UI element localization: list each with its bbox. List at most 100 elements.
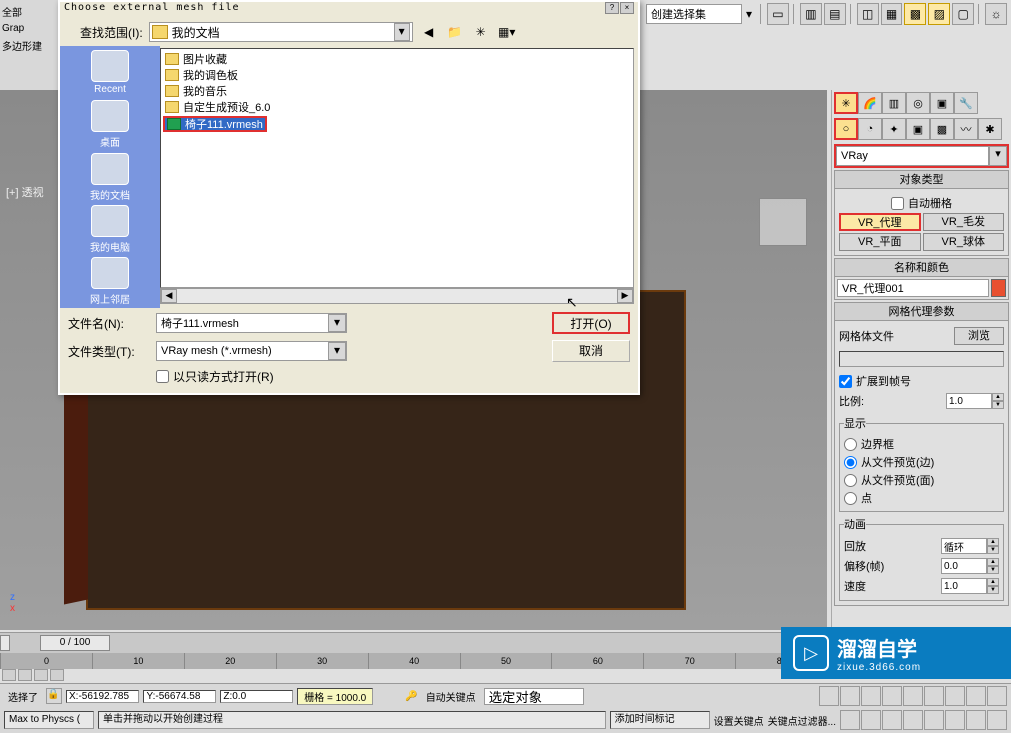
display-preview-faces-radio[interactable]	[844, 474, 857, 487]
helpers-tab[interactable]: ▩	[930, 118, 954, 140]
spinner-up[interactable]: ▲	[992, 393, 1004, 401]
filename-input[interactable]	[157, 314, 328, 332]
render-button[interactable]: ☼	[985, 3, 1007, 25]
mirror-button[interactable]: ▭	[767, 3, 789, 25]
file-item[interactable]: 自定生成预设_6.0	[163, 99, 631, 115]
cancel-button[interactable]: 取消	[552, 340, 630, 362]
playback-input[interactable]	[941, 538, 987, 554]
new-folder-button[interactable]: ✳	[471, 22, 491, 42]
nav-next-key[interactable]	[903, 686, 923, 706]
dialog-help-button[interactable]: ?	[605, 2, 619, 14]
spinner-down[interactable]: ▼	[992, 401, 1004, 409]
modify-tab[interactable]: 🌈	[858, 92, 882, 114]
nav-zoom-ext[interactable]	[840, 710, 860, 730]
nav-arc[interactable]	[945, 686, 965, 706]
display-bbox-radio[interactable]	[844, 438, 857, 451]
category-dropdown[interactable]: ▾	[834, 144, 1009, 168]
vr-fur-button[interactable]: VR_毛发	[923, 213, 1005, 231]
geometry-tab[interactable]: ○	[834, 118, 858, 140]
dropdown-arrow-icon[interactable]: ▾	[742, 7, 756, 21]
nav-max[interactable]	[987, 686, 1007, 706]
object-color-swatch[interactable]	[991, 279, 1006, 297]
time-slider-handle[interactable]: 0 / 100	[40, 635, 110, 651]
nav-play[interactable]	[861, 686, 881, 706]
selection-dropdown[interactable]	[484, 688, 584, 705]
browse-button[interactable]: 浏览	[954, 327, 1004, 345]
hierarchy-tab[interactable]: ▥	[882, 92, 906, 114]
nav-next-frame[interactable]	[882, 686, 902, 706]
nav-orbit[interactable]	[966, 710, 986, 730]
keyfilter-button[interactable]: 关键点过滤器...	[768, 713, 836, 728]
file-item[interactable]: 我的音乐	[163, 83, 631, 99]
places-item[interactable]: Recent	[60, 46, 160, 98]
key-mode-button[interactable]	[2, 669, 16, 681]
display-point-radio[interactable]	[844, 492, 857, 505]
open-button[interactable]: 打开(O)	[552, 312, 630, 334]
dialog-close-button[interactable]: ×	[620, 2, 634, 14]
render-setup-button[interactable]: ▨	[928, 3, 950, 25]
spacewarps-tab[interactable]: 〰	[954, 118, 978, 140]
nav-pan2[interactable]	[924, 710, 944, 730]
material-editor-button[interactable]: ▩	[904, 3, 926, 25]
file-item[interactable]: 椅子111.vrmesh	[163, 116, 267, 132]
viewcube[interactable]	[759, 198, 807, 246]
vr-plane-button[interactable]: VR_平面	[839, 233, 921, 251]
selection-set-combo[interactable]	[646, 4, 742, 24]
places-item[interactable]: 网上邻居	[60, 256, 160, 308]
speed-input[interactable]	[941, 578, 987, 594]
places-item[interactable]: 桌面	[60, 98, 160, 150]
dropdown-arrow-icon[interactable]: ▾	[394, 23, 410, 41]
lookin-dropdown[interactable]: 我的文档 ▾	[149, 22, 413, 42]
category-value[interactable]	[836, 146, 989, 166]
y-input[interactable]	[155, 691, 213, 702]
vr-sphere-button[interactable]: VR_球体	[923, 233, 1005, 251]
dropdown-arrow-icon[interactable]: ▾	[328, 314, 346, 332]
lights-tab[interactable]: ✦	[882, 118, 906, 140]
time-tag[interactable]: 添加时间标记	[610, 711, 710, 729]
nav-fov[interactable]	[882, 710, 902, 730]
places-item[interactable]: 我的电脑	[60, 203, 160, 255]
offset-input[interactable]	[941, 558, 987, 574]
setkey-button[interactable]: 设置关键点	[714, 713, 764, 728]
nav-prev-frame[interactable]	[840, 686, 860, 706]
layers-button[interactable]: ▤	[824, 3, 846, 25]
object-name-input[interactable]	[837, 279, 989, 297]
utilities-tab[interactable]: 🔧	[954, 92, 978, 114]
up-button[interactable]: 📁	[445, 22, 465, 42]
nav-max2[interactable]	[987, 710, 1007, 730]
systems-tab[interactable]: ✱	[978, 118, 1002, 140]
x-input[interactable]	[78, 691, 136, 702]
nav-region[interactable]	[903, 710, 923, 730]
viewport-label[interactable]: [+] 透视	[6, 184, 44, 200]
time-slider-open[interactable]	[0, 635, 10, 651]
autokey-button[interactable]: 自动关键点	[422, 689, 480, 704]
dropdown-arrow-icon[interactable]: ▾	[328, 342, 346, 360]
filetype-input[interactable]	[157, 342, 328, 360]
readonly-checkbox[interactable]	[156, 370, 169, 383]
nav-prev-key[interactable]	[819, 686, 839, 706]
render-frame-button[interactable]: ▢	[952, 3, 974, 25]
shapes-tab[interactable]: ◔	[858, 118, 882, 140]
vr-proxy-button[interactable]: VR_代理	[839, 213, 921, 231]
places-item[interactable]: 我的文档	[60, 151, 160, 203]
nav-zoom-all[interactable]	[861, 710, 881, 730]
file-list[interactable]: 图片收藏我的调色板我的音乐自定生成预设_6.0椅子111.vrmesh	[160, 48, 634, 288]
lock-button[interactable]: 🔒	[46, 688, 62, 704]
scale-input[interactable]	[946, 393, 992, 409]
schematic-button[interactable]: ▦	[881, 3, 903, 25]
curve-editor-button[interactable]: ◫	[857, 3, 879, 25]
display-preview-edges-radio[interactable]	[844, 456, 857, 469]
cameras-tab[interactable]: ▣	[906, 118, 930, 140]
horizontal-scrollbar[interactable]: ◀▶	[160, 288, 634, 304]
prev-key-button[interactable]	[34, 669, 48, 681]
back-button[interactable]: ◀	[419, 22, 439, 42]
views-button[interactable]: ▦▾	[497, 22, 517, 42]
left-combo[interactable]: 全部	[2, 2, 56, 21]
auto-grid-checkbox[interactable]	[891, 197, 904, 210]
expand-frame-checkbox[interactable]	[839, 375, 852, 388]
z-input[interactable]	[232, 691, 290, 702]
display-tab[interactable]: ▣	[930, 92, 954, 114]
nav-zoom[interactable]	[966, 686, 986, 706]
file-item[interactable]: 我的调色板	[163, 67, 631, 83]
nav-pan[interactable]	[924, 686, 944, 706]
